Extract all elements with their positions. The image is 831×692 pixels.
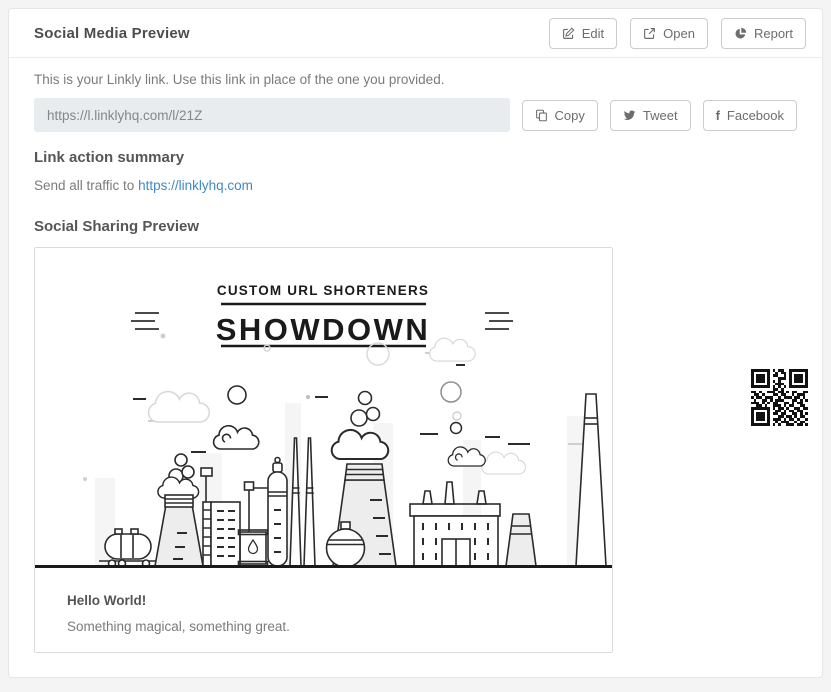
factory-illustration: CUSTOM URL SHORTENERS SHOWDOWN (35, 248, 612, 569)
short-link-input[interactable] (34, 98, 510, 132)
panel-body: This is your Linkly link. Use this link … (9, 58, 822, 653)
smoke-left (158, 454, 199, 498)
external-link-icon (643, 27, 656, 40)
edit-button[interactable]: Edit (549, 18, 617, 49)
illustration-kicker: CUSTOM URL SHORTENERS (217, 283, 429, 298)
tweet-button-label: Tweet (643, 108, 678, 123)
edit-button-label: Edit (582, 26, 604, 41)
factory-building (410, 482, 500, 566)
illustration-headline: SHOWDOWN (216, 312, 431, 347)
droplet-icon (249, 540, 258, 554)
open-button[interactable]: Open (630, 18, 708, 49)
qr-code (751, 369, 808, 426)
report-button-label: Report (754, 26, 793, 41)
cooling-tower-left (155, 495, 203, 566)
page-title: Social Media Preview (34, 25, 190, 42)
social-share-card: CUSTOM URL SHORTENERS SHOWDOWN (34, 247, 613, 653)
panel-header: Social Media Preview Edit Open (9, 9, 822, 58)
card-footer: Hello World! Something magical, somethin… (35, 569, 612, 652)
cloud-dark-left (214, 426, 259, 449)
illustration-title: CUSTOM URL SHORTENERS SHOWDOWN (131, 283, 513, 347)
facebook-icon: f (716, 109, 720, 122)
traffic-summary: Send all traffic to https://linklyhq.com (34, 178, 797, 193)
short-link-row: Copy Tweet f Facebook (34, 98, 797, 132)
tweet-button[interactable]: Tweet (610, 100, 691, 131)
social-sharing-preview-heading: Social Sharing Preview (34, 218, 797, 235)
cloud-light-left (149, 392, 210, 422)
facebook-button[interactable]: f Facebook (703, 100, 797, 131)
chimney-right (506, 514, 536, 566)
edit-icon (562, 27, 575, 40)
copy-button[interactable]: Copy (522, 100, 598, 131)
traffic-summary-text: Send all traffic to (34, 178, 138, 193)
card-title: Hello World! (67, 593, 580, 608)
twitter-icon (623, 109, 636, 122)
needle-chimneys (290, 438, 315, 566)
report-button[interactable]: Report (721, 18, 806, 49)
cloud-light-mid (430, 338, 476, 361)
oil-barrel (239, 530, 268, 566)
pie-chart-icon (734, 27, 747, 40)
intro-text: This is your Linkly link. Use this link … (34, 72, 797, 87)
cloud-light-right (482, 452, 526, 474)
open-button-label: Open (663, 26, 695, 41)
link-action-summary-heading: Link action summary (34, 149, 797, 166)
header-actions: Edit Open Report (549, 18, 806, 49)
copy-icon (535, 109, 548, 122)
copy-button-label: Copy (555, 108, 585, 123)
facebook-button-label: Facebook (727, 108, 784, 123)
destination-link[interactable]: https://linklyhq.com (138, 178, 253, 193)
left-lines-decor (131, 313, 159, 329)
card-description: Something magical, something great. (67, 619, 580, 634)
right-lines-decor (485, 313, 513, 329)
social-media-preview-panel: Social Media Preview Edit Open (8, 8, 823, 678)
